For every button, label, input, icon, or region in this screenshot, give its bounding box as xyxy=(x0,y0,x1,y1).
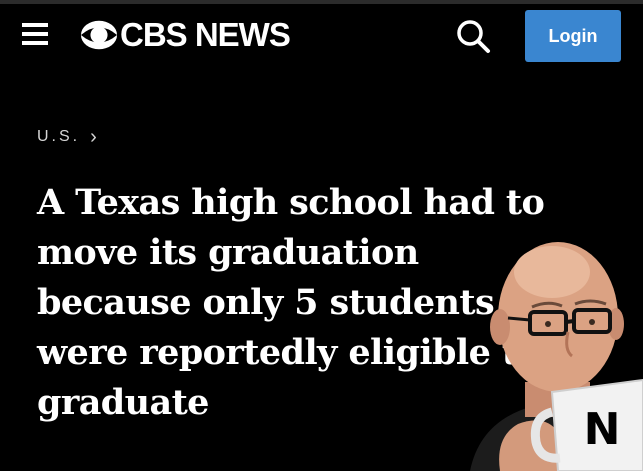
breadcrumb[interactable]: U.S. › xyxy=(37,126,97,148)
site-logo[interactable]: CBS NEWS xyxy=(80,16,291,54)
cbs-eye-icon xyxy=(80,20,118,50)
menu-icon[interactable] xyxy=(22,22,48,46)
man-with-mug-photo: N xyxy=(470,242,643,471)
breadcrumb-section[interactable]: U.S. xyxy=(37,128,80,146)
header-top-border xyxy=(0,0,643,4)
site-header: CBS NEWS Login xyxy=(0,0,643,70)
chevron-right-icon: › xyxy=(90,126,97,148)
logo-text: CBS NEWS xyxy=(120,16,291,53)
mug-letter: N xyxy=(584,404,621,455)
search-icon[interactable] xyxy=(455,18,491,54)
login-button[interactable]: Login xyxy=(525,10,621,62)
